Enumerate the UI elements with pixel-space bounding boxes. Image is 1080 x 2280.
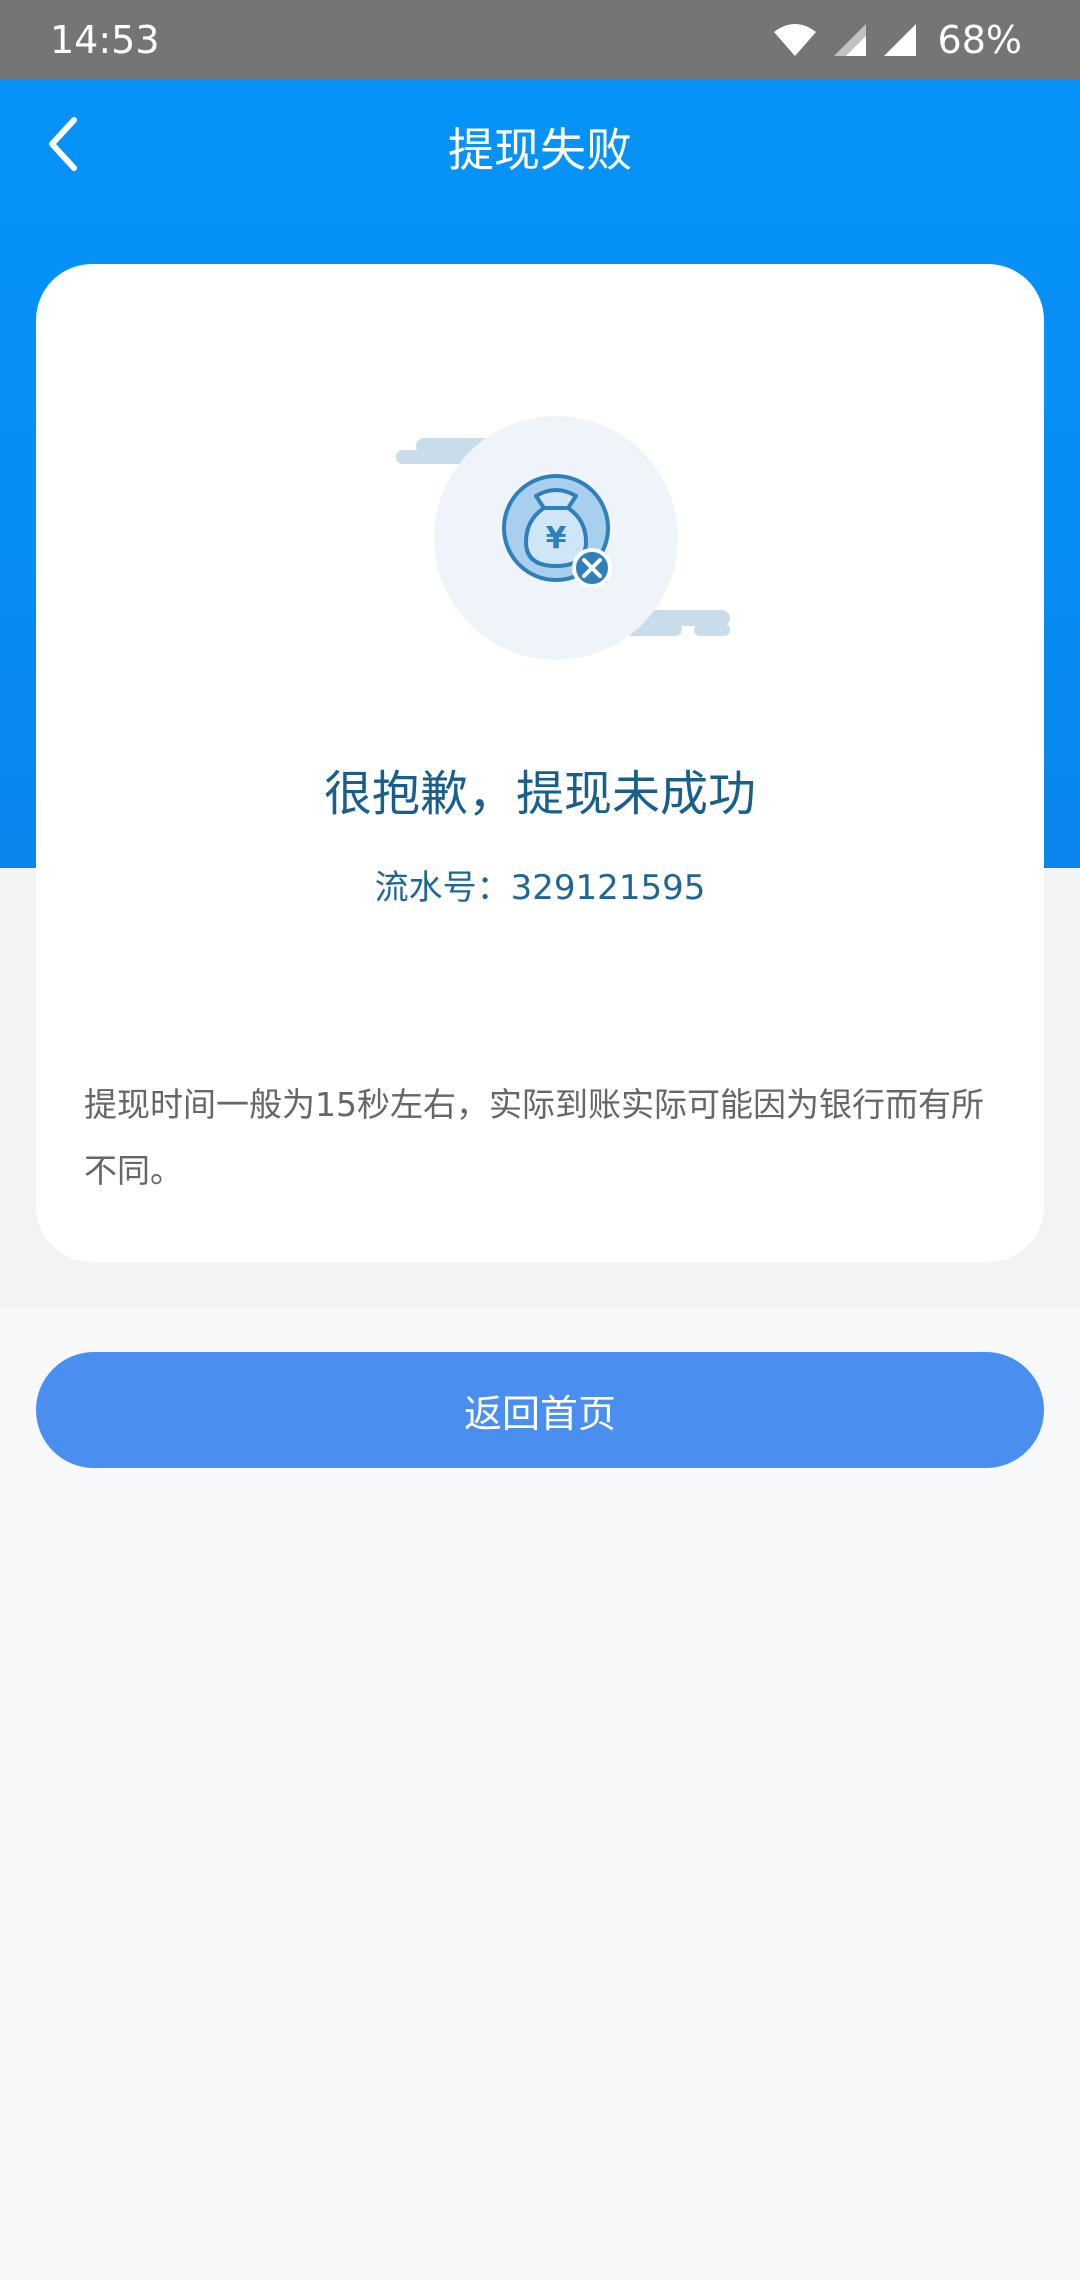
serial-number: 329121595 <box>510 868 706 908</box>
status-icons: 68% <box>772 14 1022 66</box>
status-time: 14:53 <box>50 18 160 62</box>
money-bag-failed-icon: ¥ <box>376 388 736 688</box>
return-home-button[interactable]: 返回首页 <box>36 1352 1044 1468</box>
page-title: 提现失败 <box>448 123 632 177</box>
signal-icon <box>882 22 918 58</box>
serial-label: 流水号： <box>374 868 511 908</box>
svg-text:¥: ¥ <box>546 521 567 556</box>
result-title: 很抱歉，提现未成功 <box>323 766 756 822</box>
withdrawal-notice: 提现时间一般为15秒左右，实际到账实际可能因为银行而有所不同。 <box>84 1085 984 1190</box>
serial-number-row: 流水号：329121595 <box>36 860 1044 909</box>
nav-bar: 提现失败 <box>0 80 1080 208</box>
result-card: ¥ 很抱歉，提现未成功 流水号：329121595 提现时间一般为15秒左右，实… <box>36 264 1044 1262</box>
status-bar: 14:53 68% <box>0 0 1080 80</box>
battery-percentage: 68% <box>937 18 1022 62</box>
wifi-icon <box>772 22 818 58</box>
signal-icon <box>832 22 868 58</box>
